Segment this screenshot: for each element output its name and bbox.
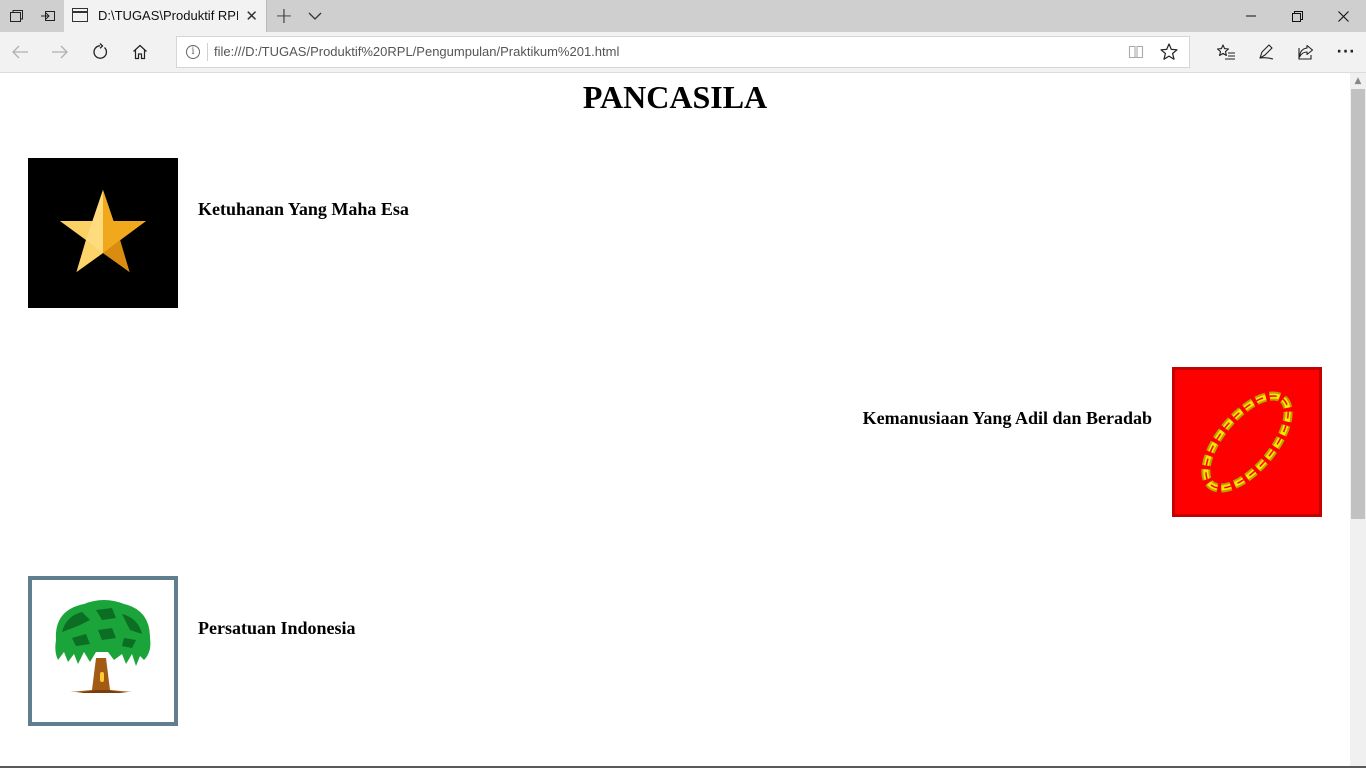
restore-icon[interactable] — [1274, 0, 1320, 32]
scroll-up-icon[interactable]: ▲ — [1350, 73, 1366, 89]
favorites-hub-icon[interactable] — [1206, 32, 1246, 72]
sila-1-label: Ketuhanan Yang Maha Esa — [198, 199, 409, 219]
navigation-bar: i file:///D:/TUGAS/Produktif%20RPL/Pengu… — [0, 32, 1366, 73]
scroll-thumb[interactable] — [1351, 89, 1365, 519]
active-tab[interactable]: D:\TUGAS\Produktif RPL ✕ — [64, 0, 267, 33]
banyan-tree-emblem — [28, 576, 178, 726]
forward-arrow-icon[interactable] — [40, 32, 80, 72]
sila-3-label: Persatuan Indonesia — [198, 618, 356, 638]
reading-view-icon[interactable] — [1127, 44, 1145, 60]
refresh-icon[interactable] — [80, 32, 120, 72]
url-text[interactable]: file:///D:/TUGAS/Produktif%20RPL/Pengump… — [214, 44, 619, 59]
sila-2-label: Kemanusiaan Yang Adil dan Beradab — [862, 408, 1152, 428]
pen-icon[interactable] — [1246, 32, 1286, 72]
chain-emblem — [1172, 367, 1322, 517]
page-icon — [72, 8, 88, 22]
share-icon[interactable] — [1286, 32, 1326, 72]
star-emblem — [28, 158, 178, 308]
more-icon[interactable]: ··· — [1326, 32, 1366, 72]
close-icon[interactable] — [1320, 0, 1366, 32]
back-arrow-icon[interactable] — [0, 32, 40, 72]
vertical-scrollbar[interactable]: ▲ — [1350, 73, 1366, 768]
tab-actions-icon[interactable] — [0, 0, 32, 32]
home-icon[interactable] — [120, 32, 160, 72]
tab-bar: D:\TUGAS\Produktif RPL ✕ + — [0, 0, 1366, 33]
star-icon[interactable] — [1159, 42, 1179, 62]
info-icon[interactable]: i — [186, 45, 200, 59]
page-title: PANCASILA — [582, 79, 768, 115]
set-aside-tabs-icon[interactable] — [32, 0, 64, 32]
tab-title: D:\TUGAS\Produktif RPL — [98, 8, 238, 23]
tab-close-icon[interactable]: ✕ — [245, 7, 258, 25]
minimize-icon[interactable] — [1228, 0, 1274, 32]
page-viewport: PANCASILA Ketuhanan Yang Maha Esa Kemanu… — [0, 73, 1350, 768]
address-bar[interactable]: i file:///D:/TUGAS/Produktif%20RPL/Pengu… — [176, 36, 1190, 68]
address-divider — [207, 43, 208, 61]
chevron-down-icon[interactable] — [300, 0, 330, 32]
new-tab-button[interactable]: + — [268, 0, 300, 32]
